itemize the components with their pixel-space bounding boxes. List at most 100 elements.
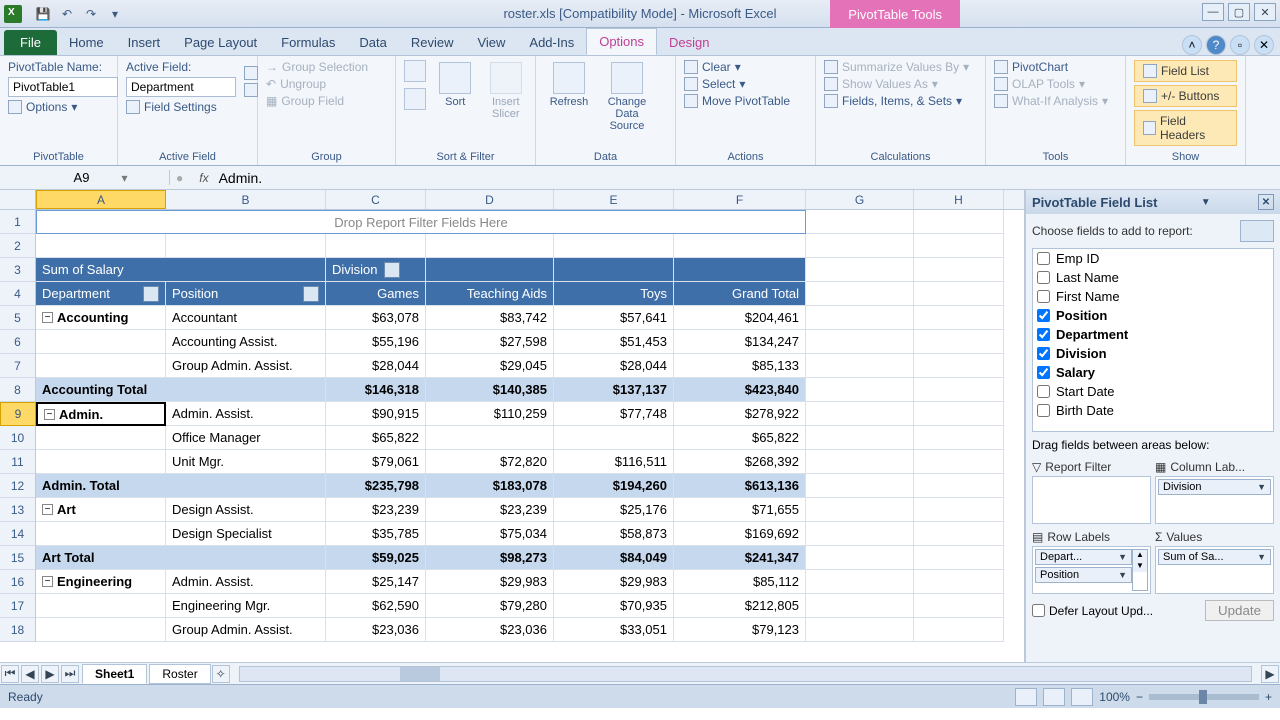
view-page-layout-icon[interactable] [1043,688,1065,706]
row-header[interactable]: 10 [0,426,36,450]
cell[interactable]: $613,136 [674,474,806,498]
cell[interactable]: $28,044 [554,354,674,378]
cell[interactable]: $29,045 [426,354,554,378]
row-header[interactable]: 8 [0,378,36,402]
row-header[interactable]: 2 [0,234,36,258]
field-list-dropdown-icon[interactable]: ▼ [1201,197,1211,208]
cell[interactable]: −Admin. [36,402,166,426]
col-header-C[interactable]: C [326,190,426,209]
cell[interactable]: $59,025 [326,546,426,570]
cell[interactable]: $28,044 [326,354,426,378]
cell[interactable] [806,354,914,378]
cell[interactable]: $35,785 [326,522,426,546]
expand-field-icon[interactable] [244,66,258,80]
save-icon[interactable]: 💾 [32,3,54,25]
cell[interactable] [914,450,1004,474]
cell[interactable] [806,594,914,618]
sort-asc-icon[interactable] [404,60,426,82]
cell[interactable] [36,426,166,450]
cell[interactable]: $146,318 [326,378,426,402]
cell[interactable]: Position [166,282,326,306]
cell[interactable] [674,234,806,258]
field-start-date[interactable]: Start Date [1033,382,1273,401]
summarize-values-button[interactable]: Summarize Values By ▾ [824,60,969,74]
cell[interactable] [554,234,674,258]
cell[interactable]: Office Manager [166,426,326,450]
worksheet-grid[interactable]: A B C D E F G H 1Drop Report Filter Fiel… [0,190,1025,662]
cell[interactable]: Division [326,258,426,282]
cell[interactable] [806,474,914,498]
cell[interactable]: $33,051 [554,618,674,642]
select-all-corner[interactable] [0,190,36,209]
cell[interactable] [806,570,914,594]
sort-desc-icon[interactable] [404,88,426,110]
cell[interactable] [914,234,1004,258]
cell[interactable]: $65,822 [674,426,806,450]
help-icon[interactable]: ? [1206,35,1226,55]
cell[interactable] [806,522,914,546]
tab-insert[interactable]: Insert [116,30,173,55]
refresh-button[interactable]: Refresh [544,60,594,110]
cell[interactable]: $29,983 [426,570,554,594]
col-header-H[interactable]: H [914,190,1004,209]
field-salary[interactable]: Salary [1033,363,1273,382]
cell[interactable]: $134,247 [674,330,806,354]
cell[interactable] [674,258,806,282]
cell[interactable]: $55,196 [326,330,426,354]
field-birth-date[interactable]: Birth Date [1033,401,1273,420]
update-button[interactable]: Update [1205,600,1274,621]
row-header[interactable]: 4 [0,282,36,306]
cell[interactable]: $84,049 [554,546,674,570]
tab-data[interactable]: Data [347,30,398,55]
cell[interactable]: $63,078 [326,306,426,330]
ungroup-button[interactable]: ↶ Ungroup [266,77,368,91]
tab-design[interactable]: Design [657,30,721,55]
cell[interactable]: $90,915 [326,402,426,426]
change-data-source-button[interactable]: Change Data Source [602,60,652,134]
cell[interactable]: $58,873 [554,522,674,546]
cell[interactable]: $116,511 [554,450,674,474]
cell[interactable]: $137,137 [554,378,674,402]
row-header[interactable]: 9 [0,402,36,426]
cell[interactable] [806,402,914,426]
cell[interactable] [914,474,1004,498]
cell[interactable] [914,282,1004,306]
cell[interactable] [36,522,166,546]
row-header[interactable]: 12 [0,474,36,498]
field-list-fields[interactable]: Emp ID Last Name First Name Position Dep… [1032,248,1274,432]
cell[interactable]: Design Assist. [166,498,326,522]
row-header[interactable]: 15 [0,546,36,570]
cell[interactable] [806,282,914,306]
cell[interactable] [914,354,1004,378]
cell[interactable] [914,594,1004,618]
cell[interactable]: Games [326,282,426,306]
window-close-icon[interactable]: ✕ [1254,35,1274,55]
active-field-input[interactable] [126,77,236,97]
select-button[interactable]: Select ▾ [684,77,790,91]
cell[interactable]: Grand Total [674,282,806,306]
new-sheet-icon[interactable]: ✧ [212,665,230,683]
cell[interactable] [326,234,426,258]
cell[interactable] [914,618,1004,642]
column-labels-area[interactable]: Division▼ [1155,476,1274,524]
cell[interactable] [36,450,166,474]
cell[interactable] [806,378,914,402]
cell[interactable]: Sum of Salary [36,258,326,282]
tab-file[interactable]: File [4,30,57,55]
cell[interactable] [914,570,1004,594]
cell[interactable] [914,426,1004,450]
field-list-layout-button[interactable] [1240,220,1274,242]
cell[interactable]: −Engineering [36,570,166,594]
cell[interactable]: $25,147 [326,570,426,594]
field-list-toggle[interactable]: Field List [1134,60,1237,82]
cell[interactable]: $79,280 [426,594,554,618]
col-header-F[interactable]: F [674,190,806,209]
cell[interactable] [806,498,914,522]
qat-dropdown-icon[interactable]: ▾ [104,3,126,25]
sort-button[interactable]: Sort [434,60,477,110]
cell[interactable] [806,450,914,474]
tab-nav-last-icon[interactable]: ⏭ [61,665,79,683]
cell[interactable] [426,426,554,450]
cell[interactable]: Admin. Assist. [166,570,326,594]
cell[interactable]: $268,392 [674,450,806,474]
